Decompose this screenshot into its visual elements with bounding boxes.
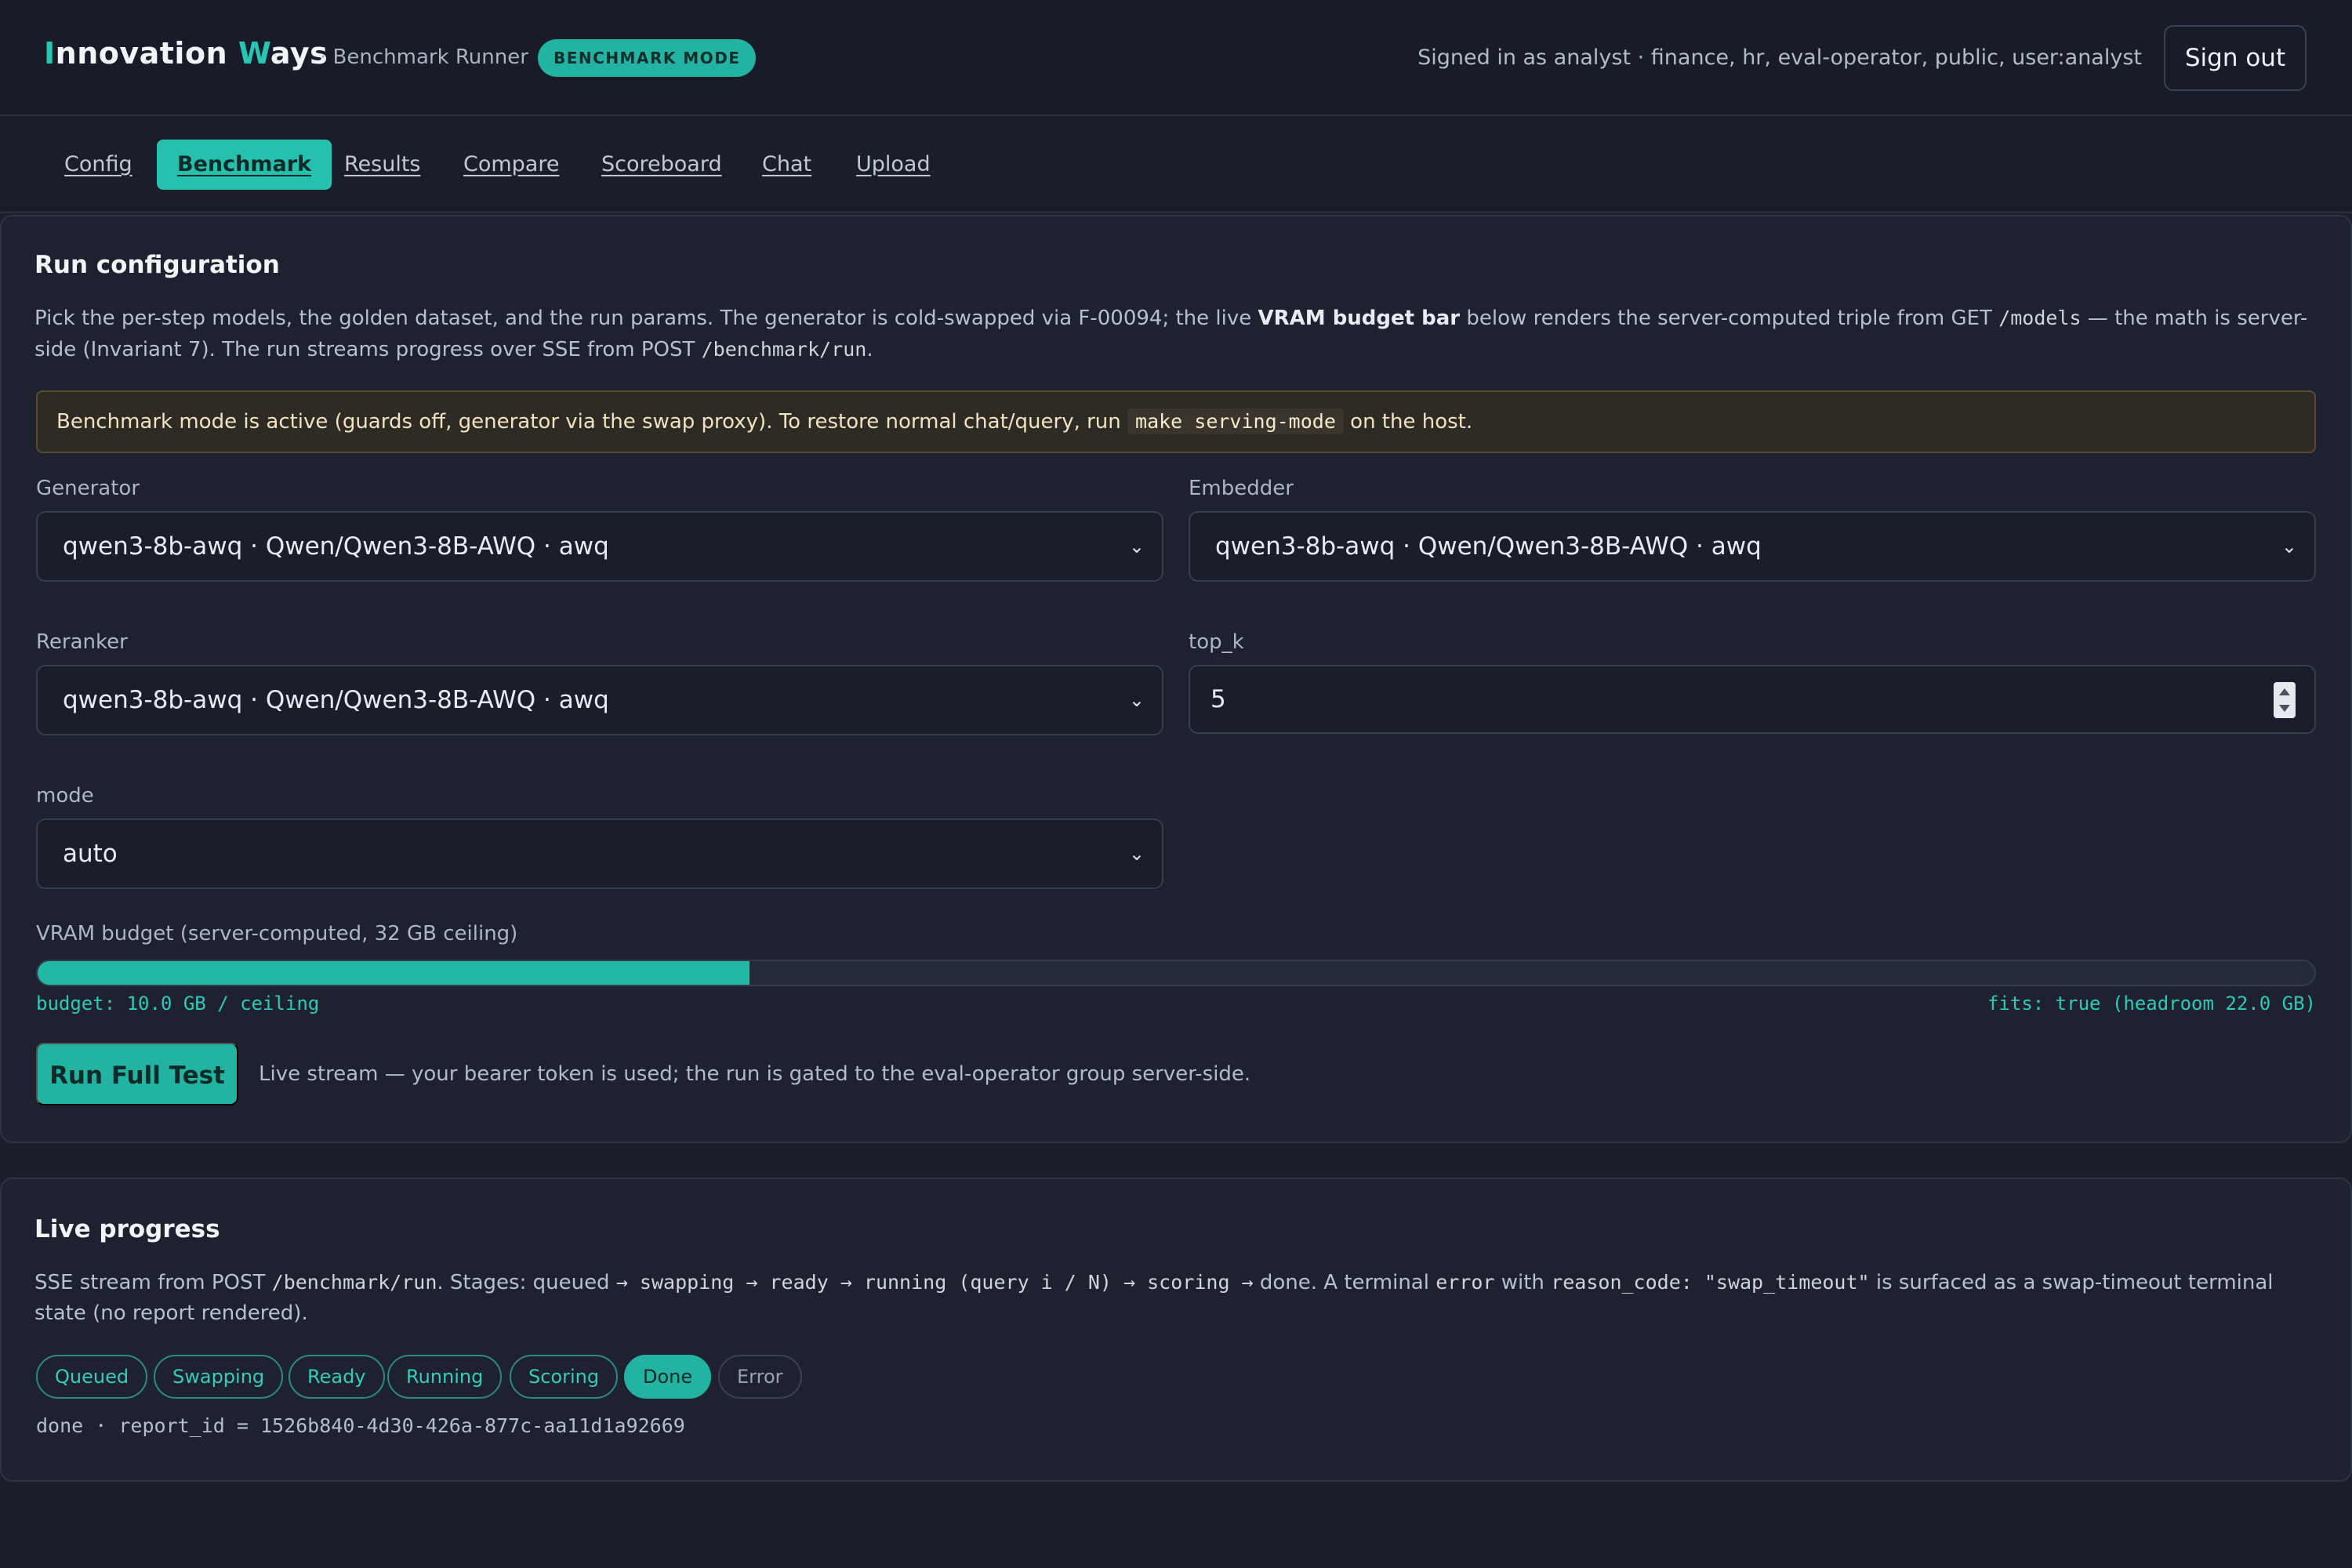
mode-label: mode	[36, 784, 94, 808]
tab-chat[interactable]: Chat	[742, 140, 832, 190]
vram-fits-text: fits: true (headroom 22.0 GB)	[1987, 993, 2316, 1014]
chevron-down-icon: ⌄	[1128, 535, 1145, 557]
lp-desc-4: with	[1494, 1271, 1552, 1294]
vram-budget-bar	[36, 960, 2316, 986]
desc-code-run: /benchmark/run	[701, 338, 867, 361]
stepper-down-icon[interactable]	[2279, 705, 2290, 712]
embedder-select[interactable]: qwen3-8b-awq · Qwen/Qwen3-8B-AWQ · awq ⌄	[1189, 511, 2316, 582]
stage-running: Running	[387, 1355, 503, 1399]
stage-ready: Ready	[289, 1355, 385, 1399]
embedder-select-value: qwen3-8b-awq · Qwen/Qwen3-8B-AWQ · awq	[1215, 532, 1762, 561]
embedder-label: Embedder	[1189, 477, 1294, 500]
stepper-up-icon[interactable]	[2279, 688, 2290, 695]
report-result: done · report_id = 1526b840-4d30-426a-87…	[36, 1414, 685, 1437]
live-progress-description: SSE stream from POST /benchmark/run. Sta…	[34, 1267, 2318, 1329]
mode-select-value: auto	[63, 840, 118, 868]
lp-code-1: /benchmark/run	[271, 1271, 437, 1294]
top-k-input[interactable]: 5	[1189, 665, 2316, 734]
desc-text-4: .	[866, 338, 873, 361]
vram-budget-text: budget: 10.0 GB / ceiling	[36, 993, 320, 1014]
lp-desc-2: . Stages: queued	[437, 1271, 616, 1294]
vram-budget-label: VRAM budget (server-computed, 32 GB ceil…	[36, 922, 518, 946]
tab-compare[interactable]: Compare	[443, 140, 579, 190]
vram-budget-fill	[38, 961, 750, 985]
run-configuration-description: Pick the per-step models, the golden dat…	[34, 303, 2318, 365]
generator-label: Generator	[36, 477, 140, 500]
top-k-value: 5	[1210, 685, 1226, 713]
chevron-down-icon: ⌄	[1128, 689, 1145, 711]
run-full-test-button[interactable]: Run Full Test	[36, 1043, 238, 1105]
benchmark-mode-notice: Benchmark mode is active (guards off, ge…	[36, 390, 2316, 453]
lp-code-4: reason_code: "swap_timeout"	[1551, 1271, 1870, 1294]
sign-out-button[interactable]: Sign out	[2164, 25, 2307, 91]
reranker-select[interactable]: qwen3-8b-awq · Qwen/Qwen3-8B-AWQ · awq ⌄	[36, 665, 1163, 735]
app-subtitle: · Benchmark Runner	[320, 45, 528, 69]
app-header: Innovation Ways · Benchmark Runner BENCH…	[0, 0, 2352, 116]
notice-text-1: Benchmark mode is active (guards off, ge…	[56, 410, 1128, 434]
desc-text-2: below renders the server-computed triple…	[1460, 307, 1999, 330]
tab-results[interactable]: Results	[324, 140, 441, 190]
lp-code-3: error	[1436, 1271, 1495, 1294]
tab-upload[interactable]: Upload	[836, 140, 951, 190]
stage-done: Done	[624, 1355, 712, 1399]
main-nav: Config Benchmark Results Compare Scorebo…	[0, 118, 2352, 213]
tab-config[interactable]: Config	[44, 140, 153, 190]
desc-text-1: Pick the per-step models, the golden dat…	[34, 307, 1258, 330]
number-stepper[interactable]	[2274, 682, 2296, 718]
stage-queued: Queued	[36, 1355, 148, 1399]
stage-swapping: Swapping	[154, 1355, 284, 1399]
signed-in-status: Signed in as analyst · finance, hr, eval…	[1417, 45, 2142, 70]
generator-select-value: qwen3-8b-awq · Qwen/Qwen3-8B-AWQ · awq	[63, 532, 609, 561]
brand-logo: Innovation Ways	[44, 36, 328, 71]
brand-initial-1: I	[44, 36, 56, 71]
desc-code-models: /models	[1998, 307, 2082, 329]
brand-initial-2: W	[238, 36, 270, 71]
live-progress-title: Live progress	[34, 1215, 220, 1243]
mode-select[interactable]: auto ⌄	[36, 818, 1163, 889]
notice-code: make serving-mode	[1127, 408, 1344, 434]
chevron-down-icon: ⌄	[2281, 535, 2297, 557]
generator-select[interactable]: qwen3-8b-awq · Qwen/Qwen3-8B-AWQ · awq ⌄	[36, 511, 1163, 582]
run-configuration-title: Run configuration	[34, 251, 280, 279]
stage-error: Error	[718, 1355, 802, 1399]
brand-rest-1: nnovation	[55, 36, 238, 71]
lp-code-2: → swapping → ready → running (query i / …	[615, 1271, 1254, 1294]
benchmark-mode-badge: BENCHMARK MODE	[538, 39, 757, 77]
tab-benchmark[interactable]: Benchmark	[157, 140, 332, 190]
reranker-select-value: qwen3-8b-awq · Qwen/Qwen3-8B-AWQ · awq	[63, 686, 609, 714]
tab-scoreboard[interactable]: Scoreboard	[581, 140, 742, 190]
top-k-label: top_k	[1189, 630, 1244, 654]
stage-scoring: Scoring	[510, 1355, 619, 1399]
run-note: Live stream — your bearer token is used;…	[259, 1062, 1251, 1086]
reranker-label: Reranker	[36, 630, 128, 654]
chevron-down-icon: ⌄	[1128, 843, 1145, 865]
lp-desc-1: SSE stream from POST	[34, 1271, 272, 1294]
desc-bold: VRAM budget bar	[1258, 307, 1461, 330]
notice-text-2: on the host.	[1343, 410, 1473, 434]
lp-desc-3: done. A terminal	[1253, 1271, 1436, 1294]
